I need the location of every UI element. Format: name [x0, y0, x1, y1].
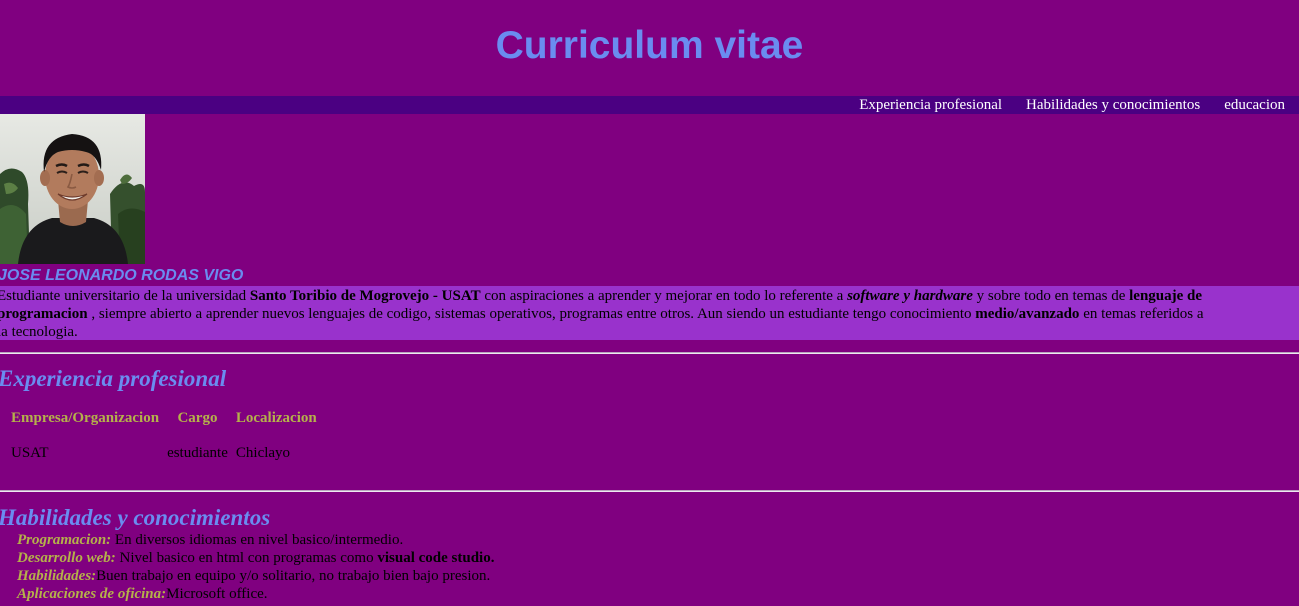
nav-link-experiencia[interactable]: Experiencia profesional	[859, 96, 1002, 114]
skill-item: Aplicaciones de oficina:Microsoft office…	[17, 585, 494, 603]
skill-text: Microsoft office.	[166, 586, 268, 602]
bio-software-hardware: software y hardware	[847, 288, 973, 304]
column-header-localizacion: Localizacion	[235, 410, 317, 426]
experience-table: Empresa/Organizacion Cargo Localizacion …	[3, 399, 325, 462]
nav-links: Experiencia profesional Habilidades y co…	[859, 96, 1285, 114]
bio-band: Estudiante universitario de la universid…	[0, 286, 1299, 340]
table-header-row: Empresa/Organizacion Cargo Localizacion	[11, 399, 317, 427]
navbar: Experiencia profesional Habilidades y co…	[0, 96, 1299, 114]
divider	[0, 352, 1299, 354]
column-header-cargo: Cargo	[177, 410, 218, 426]
bio-text: Estudiante universitario de la universid…	[0, 287, 1212, 341]
skill-item: Habilidades:Buen trabajo en equipo y/o s…	[17, 567, 494, 585]
skills-heading: Habilidades y conocimientos	[0, 505, 271, 530]
skill-item: Programacion: En diversos idiomas en niv…	[17, 531, 494, 549]
nav-link-habilidades[interactable]: Habilidades y conocimientos	[1026, 96, 1200, 114]
divider	[0, 490, 1299, 492]
page-title: Curriculum vitae	[495, 24, 804, 67]
skill-item: Desarrollo web: Nivel basico en html con…	[17, 549, 494, 567]
cell-cargo: estudiante	[167, 445, 228, 461]
bio-nivel: medio/avanzado	[975, 306, 1080, 322]
profile-photo	[0, 114, 145, 264]
skill-text: En diversos idiomas en nivel basico/inte…	[111, 532, 404, 548]
skill-highlight: visual code studio.	[377, 550, 495, 566]
skills-list: Programacion: En diversos idiomas en niv…	[17, 531, 494, 603]
skill-text: Buen trabajo en equipo y/o solitario, no…	[96, 568, 491, 584]
skill-label: Desarrollo web:	[17, 550, 116, 566]
profile-name: JOSE LEONARDO RODAS VIGO	[0, 267, 244, 284]
skill-label: Programacion:	[17, 532, 112, 548]
bio-text-3: y sobre todo en temas de	[972, 288, 1130, 304]
experience-heading: Experiencia profesional	[0, 366, 227, 391]
table-row: USAT estudiante Chiclayo	[11, 427, 317, 462]
cell-localizacion: Chiclayo	[235, 445, 291, 461]
column-header-empresa: Empresa/Organizacion	[11, 410, 160, 426]
skill-label: Aplicaciones de oficina:	[17, 586, 167, 602]
skill-label: Habilidades:	[17, 568, 97, 584]
bio-text-4: , siempre abierto a aprender nuevos leng…	[87, 306, 976, 322]
cell-empresa: USAT	[11, 445, 49, 461]
bio-text-1: Estudiante universitario de la universid…	[0, 288, 250, 304]
nav-link-educacion[interactable]: educacion	[1224, 96, 1285, 114]
bio-university: Santo Toribio de Mogrovejo - USAT	[249, 288, 481, 304]
skill-text: Nivel basico en html con programas como	[115, 550, 378, 566]
bio-text-2: con aspiraciones a aprender y mejorar en…	[480, 288, 848, 304]
